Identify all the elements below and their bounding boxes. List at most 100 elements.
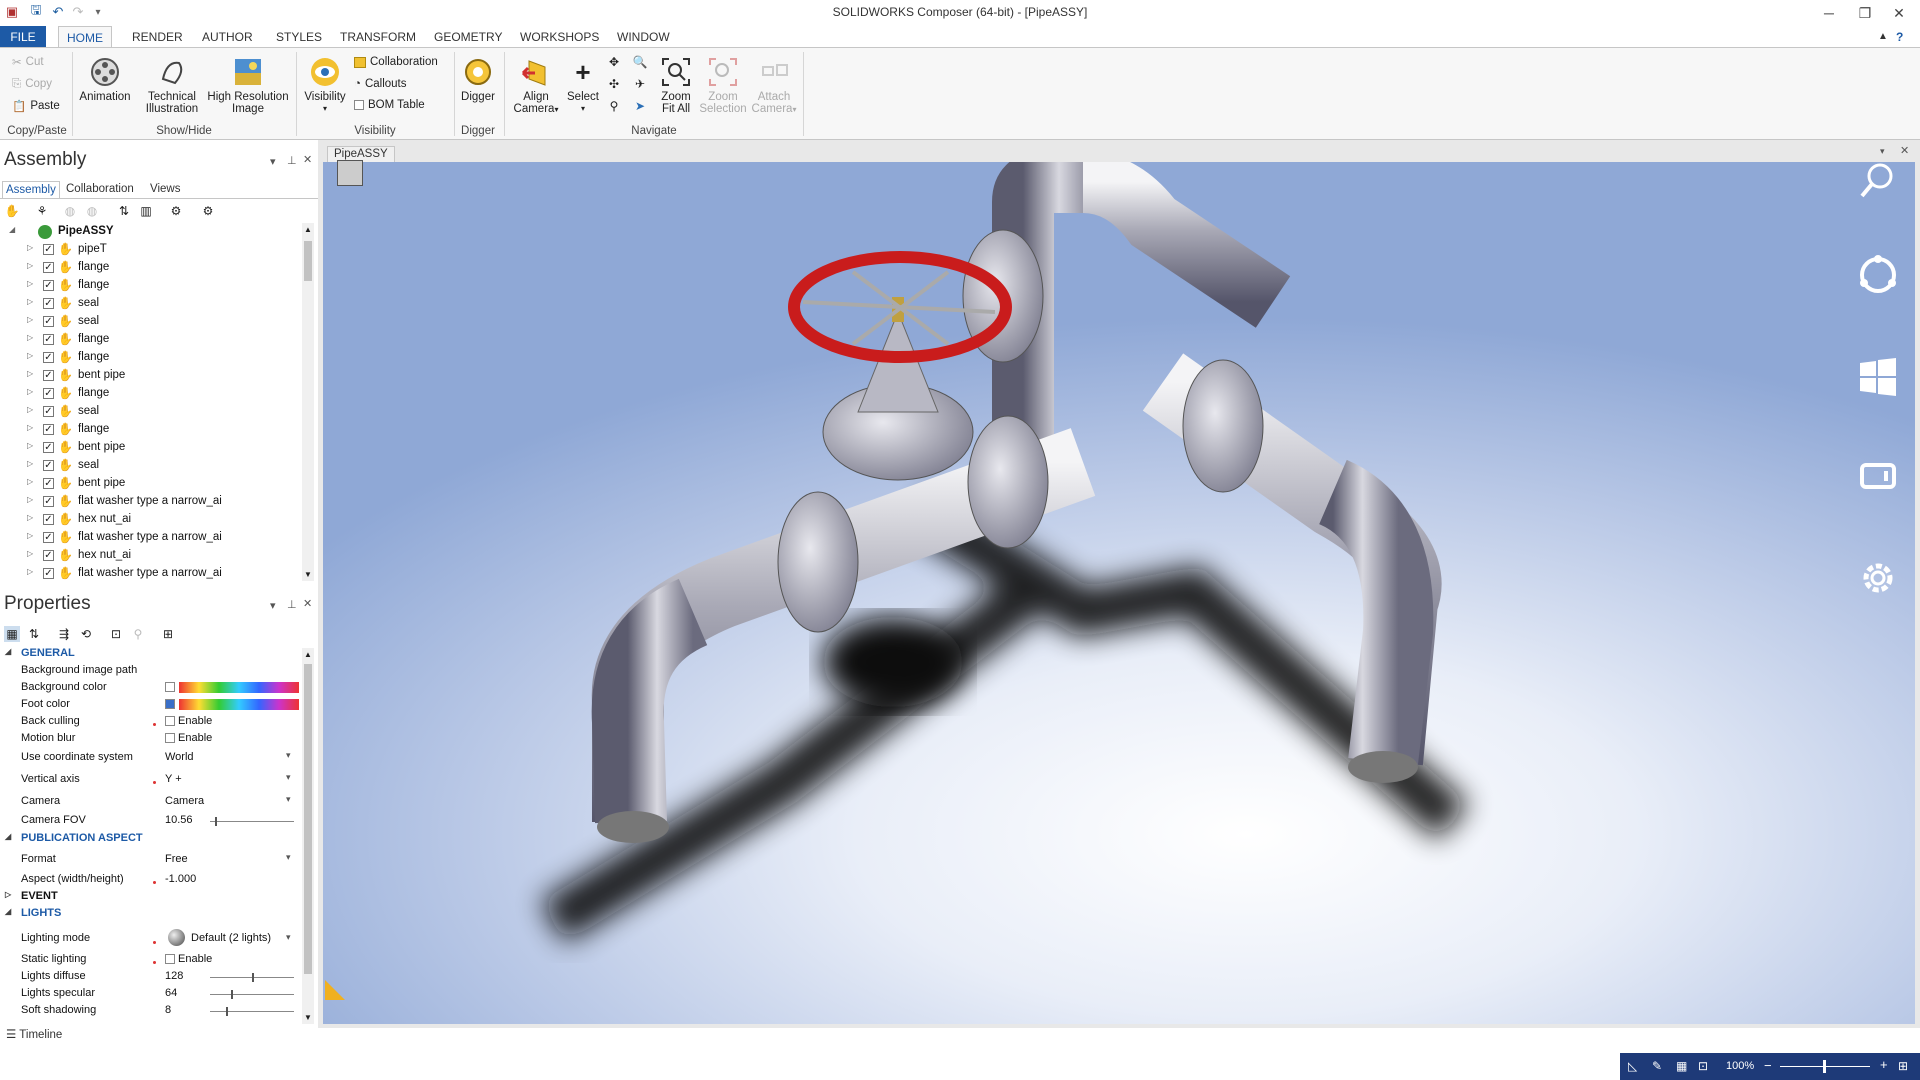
prop-motion-blur[interactable]: Motion blur Enable [0,730,300,747]
paste-button[interactable]: 📋 Paste [12,98,60,114]
prop-soft-shadowing[interactable]: Soft shadowing 8 [0,1002,300,1019]
tree-item[interactable]: ▷ ✓ ✋ seal [0,295,300,313]
prop-lights-specular[interactable]: Lights specular 64 [0,985,300,1002]
device-icon[interactable] [1853,452,1903,502]
expand-icon[interactable]: ▷ [27,279,33,288]
move-icon[interactable]: ✣ [606,76,622,92]
prop-static-lighting[interactable]: Static lighting Enable [0,951,300,968]
tree-item[interactable]: ▷ ✓ ✋ hex nut_ai [0,547,300,565]
remove-actor-icon[interactable]: ◍ [84,203,100,219]
bom-table-button[interactable]: BOM Table [354,97,425,113]
visibility-checkbox[interactable]: ✓ [43,334,54,345]
prop-aspect[interactable]: Aspect (width/height) -1.000 [0,871,300,888]
prop-bg-color[interactable]: Background color [0,679,300,696]
expand-icon[interactable]: ▷ [27,351,33,360]
tree-item[interactable]: ▷ ✓ ✋ flat washer type a narrow_ai [0,565,300,581]
tree-item[interactable]: ▷ ✓ ✋ flange [0,421,300,439]
view-cube-icon[interactable] [337,160,363,186]
windows-icon[interactable] [1853,352,1903,402]
visibility-checkbox[interactable]: ✓ [43,298,54,309]
expand-icon[interactable]: ▷ [27,261,33,270]
foot-color-swatch[interactable] [165,699,175,709]
settings-icon[interactable] [1853,553,1903,603]
tab-assembly[interactable]: Assembly [2,181,60,198]
expand-icon[interactable]: ▷ [27,405,33,414]
tree-item[interactable]: ▷ ✓ ✋ flange [0,349,300,367]
hand-icon[interactable]: ✋ [4,203,20,219]
motion-blur-checkbox[interactable] [165,733,175,743]
bg-color-swatch[interactable] [165,682,175,692]
visibility-checkbox[interactable]: ✓ [43,316,54,327]
callouts-button[interactable]: ◔ Callouts [354,76,407,92]
tab-views[interactable]: Views [150,181,180,198]
expand-icon[interactable]: ▷ [27,297,33,306]
visibility-checkbox[interactable]: ✓ [43,244,54,255]
zoom-icon[interactable]: ⚲ [606,98,622,114]
tree-item[interactable]: ▷ ✓ ✋ bent pipe [0,475,300,493]
pointer-icon[interactable]: ➤ [632,98,648,114]
rotate-icon[interactable] [1853,250,1903,300]
expand-icon[interactable]: ▷ [27,495,33,504]
prop-bg-image-path[interactable]: Background image path [0,662,300,679]
tab-home[interactable]: HOME [58,26,112,48]
prop-back-culling[interactable]: Back culling Enable [0,713,300,730]
prop-camera-fov[interactable]: Camera FOV 10.56 [0,812,300,829]
section-event[interactable]: ▷ EVENT [0,888,300,905]
cut-button[interactable]: ✂ Cut [12,54,44,70]
prop-lighting-mode[interactable]: Lighting mode Default (2 lights) ▾ [0,927,300,949]
tree-item[interactable]: ▷ ✓ ✋ flat washer type a narrow_ai [0,493,300,511]
zoom-selection-button[interactable]: Zoom Selection [698,56,748,115]
expand-icon[interactable]: ▷ [27,369,33,378]
expand-icon[interactable]: ▷ [27,387,33,396]
timeline-tab[interactable]: ☰ Timeline [6,1027,62,1041]
tree-filter-icon[interactable]: ⚘ [34,203,50,219]
section-publication-aspect[interactable]: ◢ PUBLICATION ASPECT [0,830,300,847]
expand-icon[interactable]: ▷ [27,477,33,486]
tab-collaboration[interactable]: Collaboration [66,181,134,198]
lights-diffuse-slider[interactable] [210,973,294,982]
tab-workshops[interactable]: WORKSHOPS [512,26,607,48]
tab-transform[interactable]: TRANSFORM [332,26,424,48]
section-lights[interactable]: ◢ LIGHTS [0,905,300,922]
default-icon[interactable]: ⊡ [108,626,124,642]
tab-author[interactable]: AUTHOR [194,26,261,48]
zoom-in-icon[interactable]: + [1880,1057,1888,1072]
visibility-checkbox[interactable]: ✓ [43,352,54,363]
lights-specular-slider[interactable] [210,990,294,999]
collaboration-button[interactable]: Collaboration [354,54,438,70]
expand-icon[interactable]: ▷ [27,423,33,432]
columns-icon[interactable]: ▥ [138,203,154,219]
visibility-checkbox[interactable]: ✓ [43,388,54,399]
fly-icon[interactable]: ✈ [632,76,648,92]
visibility-checkbox[interactable]: ✓ [43,442,54,453]
frame-icon[interactable]: ⊡ [1698,1059,1708,1073]
zoom-fit-all-button[interactable]: Zoom Fit All [654,56,698,115]
select-button[interactable]: + Select ▾ [564,56,602,115]
prop-camera[interactable]: Camera Camera ▾ [0,793,300,810]
refresh-icon[interactable]: ⟲ [78,626,94,642]
zoom-area-icon[interactable]: 🔍 [632,54,648,70]
tree-item[interactable]: ▷ ✓ ✋ hex nut_ai [0,511,300,529]
prop-format[interactable]: Format Free ▾ [0,851,300,868]
expand-icon[interactable]: ▷ [27,567,33,576]
grid-icon[interactable]: ▦ [1676,1059,1687,1073]
visibility-checkbox[interactable]: ✓ [43,550,54,561]
tree-item[interactable]: ▷ ✓ ✋ seal [0,457,300,475]
collapse-icon[interactable]: ◢ [9,225,15,234]
tree-item[interactable]: ▷ ✓ ✋ flange [0,385,300,403]
expand-icon[interactable]: ▷ [27,441,33,450]
soft-shadowing-slider[interactable] [210,1007,294,1016]
tree-root[interactable]: ◢ PipeASSY [0,223,300,241]
visibility-checkbox[interactable]: ✓ [43,532,54,543]
selection-set-icon[interactable]: ⚙ [168,203,184,219]
close-icon[interactable]: ✕ [1876,0,1920,26]
copy-button[interactable]: ⎘ Copy [12,76,52,92]
pick-icon[interactable]: ⚲ [130,626,146,642]
back-culling-checkbox[interactable] [165,716,175,726]
visibility-checkbox[interactable]: ✓ [43,280,54,291]
tree-item[interactable]: ▷ ✓ ✋ flange [0,259,300,277]
animation-button[interactable]: Animation [76,56,134,103]
visibility-checkbox[interactable]: ✓ [43,514,54,525]
search-icon[interactable] [1853,155,1903,205]
expand-icon[interactable]: ▷ [27,315,33,324]
